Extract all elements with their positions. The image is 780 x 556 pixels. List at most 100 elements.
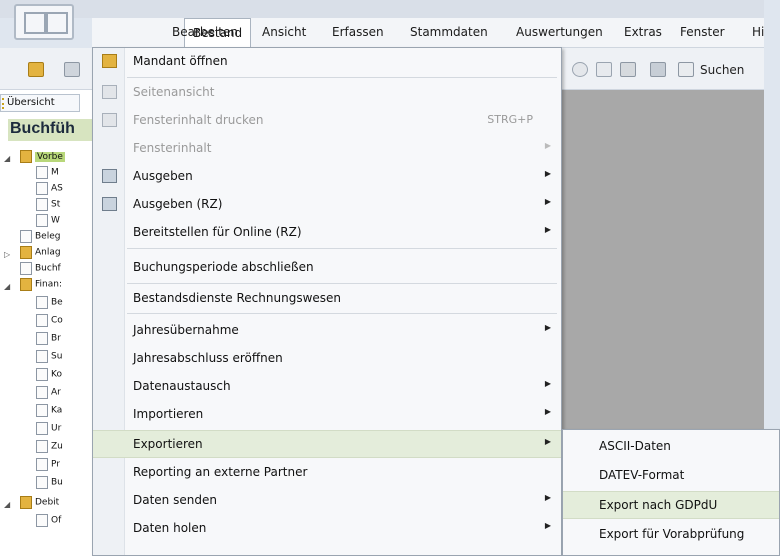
menu-item-bereitstellen-online[interactable]: Bereitstellen für Online (RZ) ▶: [93, 219, 561, 247]
tree-item[interactable]: Anlag: [20, 246, 61, 262]
tree-item[interactable]: AS: [36, 182, 63, 198]
menu-auswertungen[interactable]: Auswertungen: [516, 25, 603, 39]
title-bar: [0, 0, 780, 18]
menu-item-daten-holen[interactable]: Daten holen ▶: [93, 515, 561, 543]
submenu-arrow-icon: ▶: [544, 407, 551, 416]
document-icon: [36, 314, 48, 327]
document-icon: [20, 262, 32, 275]
panel-title: Buchfüh: [10, 120, 75, 137]
tree-item[interactable]: Debit: [20, 496, 59, 512]
shortcut-label: STRG+P: [487, 113, 533, 126]
tree-expander-icon[interactable]: ◢: [4, 500, 10, 509]
menu-item-seitenansicht[interactable]: Seitenansicht: [93, 79, 561, 107]
document-icon[interactable]: [650, 62, 666, 77]
document-icon: [36, 386, 48, 399]
tree-item[interactable]: Finan:: [20, 278, 62, 294]
menu-erfassen[interactable]: Erfassen: [332, 25, 384, 39]
print-icon[interactable]: [64, 62, 80, 77]
menu-item-mandant-oeffnen[interactable]: Mandant öffnen: [93, 48, 561, 76]
open-folder-icon[interactable]: [28, 62, 44, 77]
tree-item[interactable]: M: [36, 166, 59, 182]
document-icon: [36, 166, 48, 179]
tree-item[interactable]: Co: [36, 314, 63, 330]
menu-item-jahresuebernahme[interactable]: Jahresübernahme ▶: [93, 317, 561, 345]
menu-item-datenaustausch[interactable]: Datenaustausch ▶: [93, 373, 561, 401]
tree-item[interactable]: Su: [36, 350, 62, 366]
menu-bearbeiten[interactable]: Bearbeiten: [172, 25, 238, 39]
document-icon: [36, 440, 48, 453]
document-icon: [36, 514, 48, 527]
menu-stammdaten[interactable]: Stammdaten: [410, 25, 488, 39]
search-icon[interactable]: [678, 62, 694, 77]
menu-item-importieren[interactable]: Importieren ▶: [93, 401, 561, 429]
menu-bar: Bestand Bearbeiten Ansicht Erfassen Stam…: [92, 18, 780, 49]
print-preview-icon: [102, 85, 117, 99]
submenu-item-ascii-daten[interactable]: ASCII-Daten: [563, 433, 779, 461]
menu-item-fensterinhalt[interactable]: Fensterinhalt ▶: [93, 135, 561, 163]
document-icon: [36, 214, 48, 227]
printer-icon[interactable]: [620, 62, 636, 77]
tree-item[interactable]: Of: [36, 514, 61, 530]
tree-item[interactable]: Buchf: [20, 262, 61, 278]
menu-item-fensterinhalt-drucken[interactable]: Fensterinhalt drucken STRG+P: [93, 107, 561, 135]
document-icon: [36, 422, 48, 435]
document-icon: [36, 332, 48, 345]
app-logo-icon: [14, 4, 74, 40]
window-icon[interactable]: [596, 62, 612, 77]
document-icon: [36, 476, 48, 489]
menu-item-ausgeben[interactable]: Ausgeben ▶: [93, 163, 561, 191]
menu-item-bestandsdienste[interactable]: Bestandsdienste Rechnungswesen: [93, 285, 561, 313]
folder-icon: [20, 278, 32, 291]
submenu-item-export-vorabpruefung[interactable]: Export für Vorabprüfung: [563, 521, 779, 549]
menu-separator: [127, 248, 557, 249]
menu-extras[interactable]: Extras: [624, 25, 662, 39]
menu-item-jahresabschluss-eroeffnen[interactable]: Jahresabschluss eröffnen: [93, 345, 561, 373]
submenu-arrow-icon: ▶: [544, 521, 551, 530]
menu-item-ausgeben-rz[interactable]: Ausgeben (RZ) ▶: [93, 191, 561, 219]
tree-item[interactable]: Zu: [36, 440, 63, 456]
submenu-arrow-icon: ▶: [544, 169, 551, 178]
tree-expander-icon[interactable]: ◢: [4, 282, 10, 291]
exportieren-submenu: ASCII-Daten DATEV-Format Export nach GDP…: [562, 429, 780, 556]
submenu-arrow-icon: ▶: [544, 225, 551, 234]
menu-ansicht[interactable]: Ansicht: [262, 25, 306, 39]
tree-item[interactable]: Ur: [36, 422, 61, 438]
tree-expander-icon[interactable]: ◢: [4, 154, 10, 163]
tree-item[interactable]: Beleg: [20, 230, 60, 246]
submenu-arrow-icon: ▶: [544, 437, 551, 446]
tree-item[interactable]: W: [36, 214, 60, 230]
tree-item[interactable]: Bu: [36, 476, 63, 492]
tree-item[interactable]: Ar: [36, 386, 61, 402]
document-icon: [20, 230, 32, 243]
tree-item[interactable]: Pr: [36, 458, 60, 474]
info-icon[interactable]: [572, 62, 588, 77]
tree-item[interactable]: St: [36, 198, 60, 214]
menu-separator: [127, 77, 557, 78]
tree-item[interactable]: Br: [36, 332, 61, 348]
tree-item[interactable]: Vorbe: [20, 150, 65, 166]
folder-icon: [20, 150, 32, 163]
tree-item[interactable]: Be: [36, 296, 63, 312]
tab-overview[interactable]: Übersicht: [0, 94, 80, 112]
tree-item[interactable]: Ko: [36, 368, 62, 384]
tree-expander-icon[interactable]: ▷: [4, 250, 10, 259]
menu-item-buchungsperiode-abschliessen[interactable]: Buchungsperiode abschließen: [93, 254, 561, 282]
document-icon: [36, 368, 48, 381]
output-icon: [102, 169, 117, 183]
document-icon: [36, 404, 48, 417]
menu-item-exportieren[interactable]: Exportieren ▶: [93, 430, 561, 458]
menu-separator: [127, 283, 557, 284]
submenu-item-export-gdpdu[interactable]: Export nach GDPdU: [563, 491, 779, 519]
submenu-item-datev-format[interactable]: DATEV-Format: [563, 462, 779, 490]
tree-item[interactable]: Ka: [36, 404, 62, 420]
search-button-label[interactable]: Suchen: [700, 63, 744, 77]
menu-item-daten-senden[interactable]: Daten senden ▶: [93, 487, 561, 515]
menu-item-reporting[interactable]: Reporting an externe Partner: [93, 459, 561, 487]
folder-icon: [20, 246, 32, 259]
document-icon: [36, 458, 48, 471]
document-icon: [36, 296, 48, 309]
submenu-arrow-icon: ▶: [544, 493, 551, 502]
folder-icon: [20, 496, 32, 509]
menu-fenster[interactable]: Fenster: [680, 25, 725, 39]
output-rz-icon: [102, 197, 117, 211]
